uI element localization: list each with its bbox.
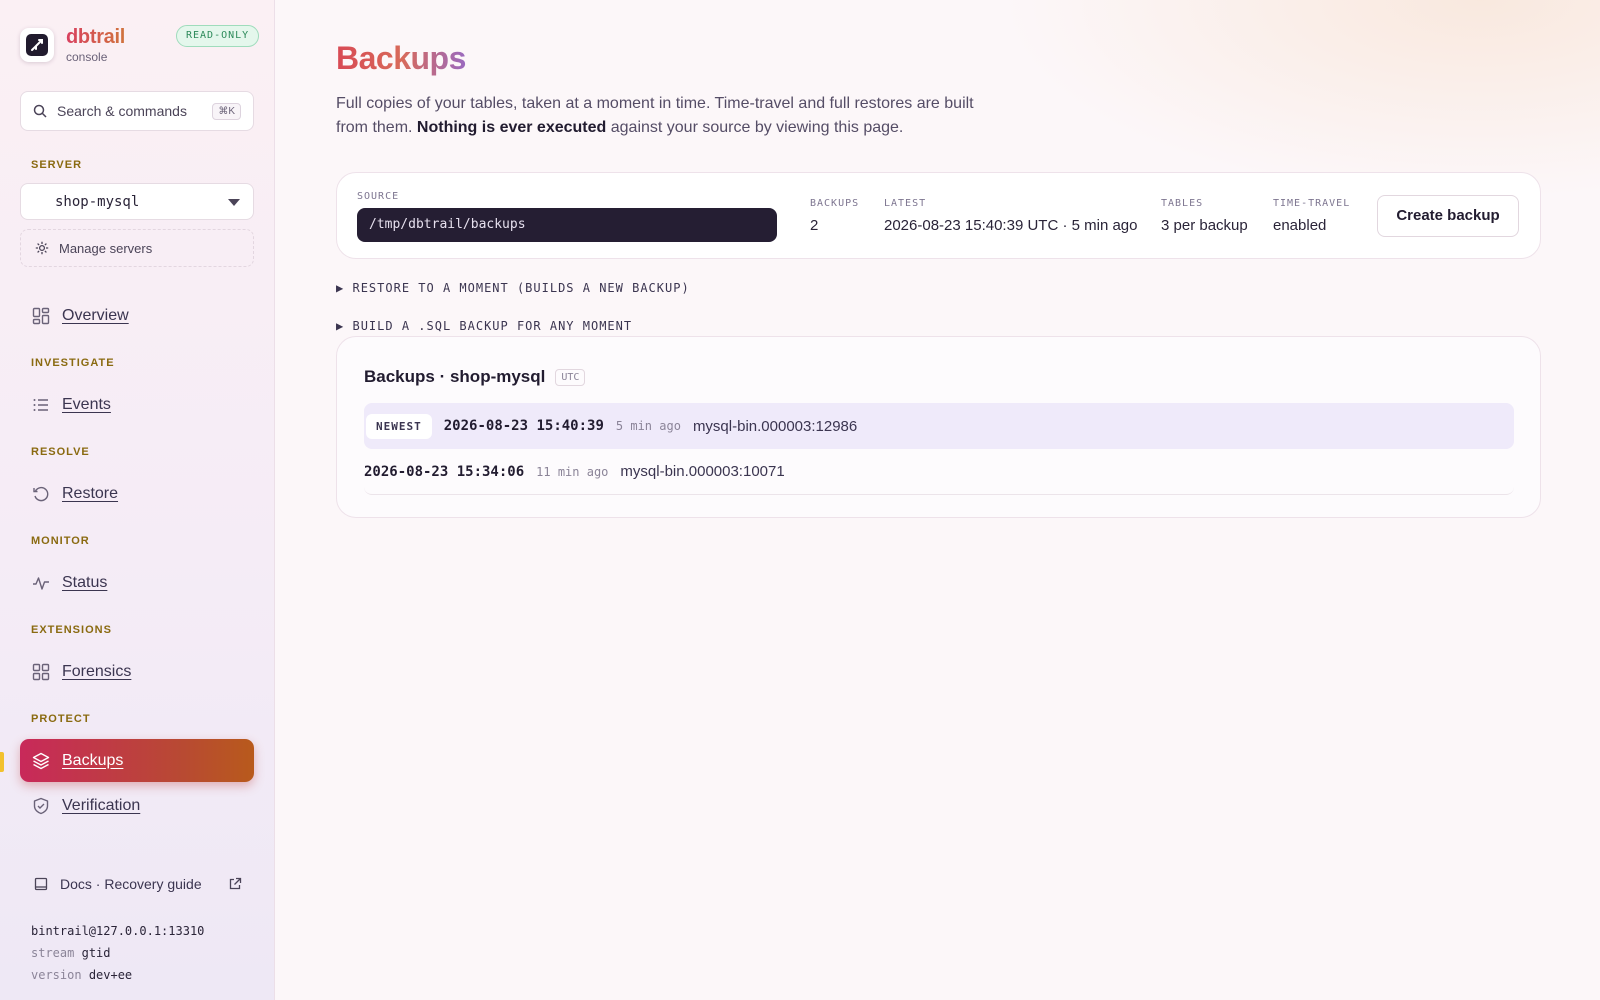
brand-name: dbtrail <box>66 26 126 48</box>
latest-label: LATEST <box>884 198 927 209</box>
build-sql-disclosure[interactable]: ▶ BUILD A .SQL BACKUP FOR ANY MOMENT <box>336 319 632 333</box>
connection-string: bintrail@127.0.0.1:13310 <box>31 924 205 938</box>
sidebar-item-verification[interactable]: Verification <box>20 784 254 827</box>
external-link-icon <box>229 877 242 890</box>
activity-icon <box>33 576 49 590</box>
backup-row[interactable]: 2026-08-23 15:34:06 11 min ago mysql-bin… <box>364 449 1514 495</box>
sidebar-item-label: Restore <box>62 484 119 502</box>
section-protect: PROTECT <box>31 713 91 725</box>
manage-servers-button[interactable]: Manage servers <box>20 229 254 267</box>
docs-label: Docs · Recovery guide <box>60 876 202 892</box>
backups-label: BACKUPS <box>810 198 860 209</box>
newest-badge: NEWEST <box>366 413 432 439</box>
backups-list-heading: Backups · shop-mysql <box>364 367 546 386</box>
grid-icon <box>32 307 50 324</box>
backups-list-card: Backups · shop-mysql UTC NEWEST 2026-08-… <box>336 336 1541 518</box>
gear-icon <box>35 241 49 255</box>
section-investigate: INVESTIGATE <box>31 357 115 369</box>
header-glow <box>1000 0 1600 200</box>
search-icon <box>33 104 47 118</box>
sidebar-item-restore[interactable]: Restore <box>20 472 254 515</box>
tables-label: TABLES <box>1161 198 1204 209</box>
restore-disclosure-label: RESTORE TO A MOMENT (BUILDS A NEW BACKUP… <box>352 281 690 295</box>
triangle-right-icon: ▶ <box>336 319 345 333</box>
backup-age: 11 min ago <box>536 464 609 479</box>
section-monitor: MONITOR <box>31 535 90 547</box>
search-button[interactable]: Search & commands ⌘K <box>20 91 254 131</box>
sidebar-item-label: Events <box>62 395 111 413</box>
sidebar-item-label: Overview <box>62 306 129 324</box>
shield-check-icon <box>33 797 49 814</box>
page-description: Full copies of your tables, taken at a m… <box>336 92 976 140</box>
timezone-badge: UTC <box>555 368 586 386</box>
triangle-right-icon: ▶ <box>336 281 345 295</box>
sidebar-item-backups[interactable]: Backups <box>20 739 254 782</box>
backup-timestamp: 2026-08-23 15:34:06 <box>364 463 525 480</box>
sidebar-item-overview[interactable]: Overview <box>20 294 254 337</box>
layers-icon <box>32 752 50 769</box>
stream-key: stream <box>31 946 75 960</box>
brand-logo-icon <box>20 28 54 62</box>
source-path: /tmp/dbtrail/backups <box>357 208 777 242</box>
stream-value: gtid <box>81 946 111 960</box>
sidebar-item-label: Forensics <box>62 662 132 680</box>
sidebar-item-status[interactable]: Status <box>20 561 254 604</box>
manage-servers-label: Manage servers <box>59 240 153 256</box>
backups-list-title: Backups · shop-mysql UTC <box>364 367 586 387</box>
server-selected: shop-mysql <box>55 193 140 210</box>
backup-age: 5 min ago <box>615 419 681 433</box>
section-extensions: EXTENSIONS <box>31 624 112 636</box>
main-content: Backups Full copies of your tables, take… <box>276 0 1600 1000</box>
section-server: SERVER <box>31 159 83 171</box>
build-sql-disclosure-label: BUILD A .SQL BACKUP FOR ANY MOMENT <box>352 319 633 333</box>
blocks-icon <box>32 663 50 680</box>
backup-timestamp: 2026-08-23 15:40:39 <box>443 418 604 434</box>
source-label: SOURCE <box>357 191 400 202</box>
sidebar-item-forensics[interactable]: Forensics <box>20 650 254 693</box>
connection-info: bintrail@127.0.0.1:13310 stream gtid ver… <box>31 920 204 986</box>
time-travel-value: enabled <box>1273 217 1327 234</box>
sidebar: dbtrail console READ-ONLY Search & comma… <box>0 0 275 1000</box>
chevron-down-icon <box>228 199 240 206</box>
version-key: version <box>31 968 82 982</box>
backup-binlog-position: mysql-bin.000003:10071 <box>620 463 785 480</box>
backups-count: 2 <box>810 217 819 234</box>
brand-subtitle: console <box>66 50 108 64</box>
version-value: dev+ee <box>88 968 133 982</box>
search-shortcut: ⌘K <box>212 102 241 120</box>
docs-link[interactable]: Docs · Recovery guide <box>34 876 242 892</box>
restore-disclosure[interactable]: ▶ RESTORE TO A MOMENT (BUILDS A NEW BACK… <box>336 281 690 295</box>
search-label: Search & commands <box>57 103 187 119</box>
latest-value: 2026-08-23 15:40:39 UTC · 5 min ago <box>884 217 1138 234</box>
sidebar-item-events[interactable]: Events <box>20 383 254 426</box>
desc-bold: Nothing is ever executed <box>416 119 607 136</box>
page-title: Backups <box>336 40 466 76</box>
tables-value: 3 per backup <box>1161 217 1248 234</box>
list-icon <box>33 398 48 411</box>
backup-row[interactable]: NEWEST 2026-08-23 15:40:39 5 min ago mys… <box>364 403 1514 449</box>
create-backup-button[interactable]: Create backup <box>1377 195 1519 237</box>
section-resolve: RESOLVE <box>31 446 90 458</box>
book-icon <box>34 877 48 891</box>
read-only-badge: READ-ONLY <box>176 25 260 47</box>
brand[interactable]: dbtrail console <box>20 26 125 64</box>
sidebar-item-label: Verification <box>62 796 141 814</box>
summary-card: SOURCE /tmp/dbtrail/backups BACKUPS 2 LA… <box>336 172 1541 259</box>
active-indicator <box>0 752 4 772</box>
server-select[interactable]: shop-mysql <box>20 183 254 220</box>
sidebar-item-label: Backups <box>62 751 124 769</box>
backup-binlog-position: mysql-bin.000003:12986 <box>692 417 858 435</box>
desc-part-2: against your source by viewing this page… <box>606 119 904 136</box>
history-icon <box>33 486 49 501</box>
time-travel-label: TIME-TRAVEL <box>1273 198 1351 209</box>
sidebar-item-label: Status <box>62 573 108 591</box>
